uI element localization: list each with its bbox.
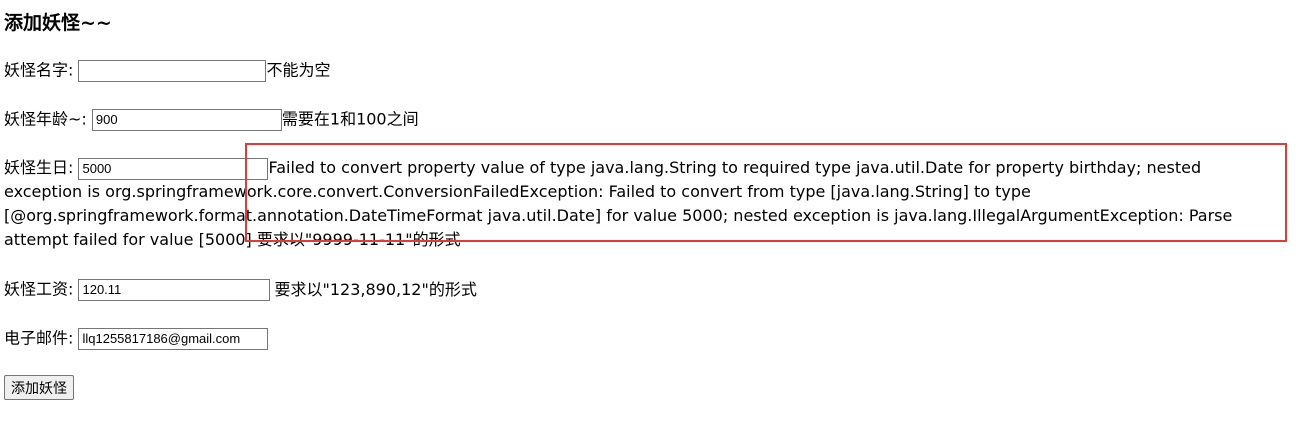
email-row: 电子邮件: — [4, 326, 269, 351]
salary-error: 要求以"123,890,12"的形式 — [274, 279, 477, 299]
birthday-error-line-1: Failed to convert property value of type… — [268, 158, 1202, 177]
name-input[interactable] — [78, 59, 267, 82]
birthday-row: 妖怪生日: Failed to convert property value o… — [4, 156, 1201, 180]
email-input[interactable] — [78, 327, 269, 350]
email-label: 电子邮件: — [4, 328, 79, 348]
submit-button[interactable]: 添加妖怪 — [4, 375, 74, 400]
salary-input[interactable] — [78, 278, 271, 301]
age-row: 妖怪年龄~: 需要在1和100之间 — [4, 107, 419, 132]
age-input[interactable] — [91, 108, 282, 131]
salary-row: 妖怪工资: 要求以"123,890,12"的形式 — [4, 277, 477, 302]
age-label: 妖怪年龄~: — [4, 109, 92, 129]
name-row: 妖怪名字: 不能为空 — [4, 58, 331, 83]
age-error: 需要在1和100之间 — [281, 109, 419, 129]
salary-label: 妖怪工资: — [4, 279, 79, 299]
birthday-error: exception is org.springframework.core.co… — [4, 180, 1312, 252]
name-error: 不能为空 — [266, 60, 331, 80]
birthday-input[interactable] — [78, 157, 269, 180]
page-title: 添加妖怪~~ — [4, 12, 112, 34]
birthday-error-line-2: exception is org.springframework.core.co… — [4, 182, 1031, 201]
birthday-error-line-4: attempt failed for value [5000] 要求以"9999… — [4, 230, 461, 249]
birthday-error-line-3: [@org.springframework.format.annotation.… — [4, 206, 1233, 225]
name-label: 妖怪名字: — [4, 60, 79, 80]
birthday-label: 妖怪生日: — [4, 158, 79, 177]
